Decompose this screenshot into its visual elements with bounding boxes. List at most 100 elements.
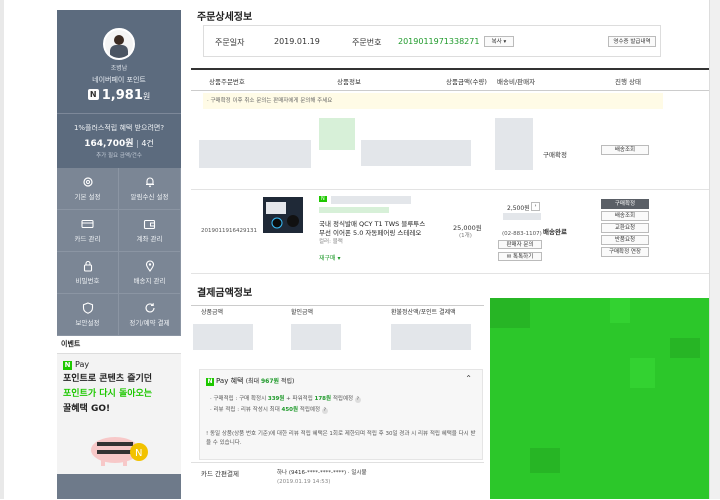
points-label: 네이버페이 포인트 xyxy=(92,76,146,84)
blurred-row-1-seller xyxy=(495,118,533,170)
sidebar: 조병남 네이버페이 포인트 N 1,981원 1%플러스적립 혜택 받으려면? 1… xyxy=(57,10,181,499)
product-thumbnail[interactable] xyxy=(263,197,303,233)
lock-icon xyxy=(83,260,92,272)
svg-text:N: N xyxy=(135,448,142,459)
order-table-header: 상품주문번호 상품정보 상품금액(수량) 배송비/판매자 진행 상태 xyxy=(191,68,710,91)
order-date-label: 주문일자 xyxy=(215,38,245,47)
order-number-value: 2019011971338271 xyxy=(398,37,480,46)
order-section-title: 주문상세정보 xyxy=(197,12,253,23)
plus-sub: 추가 필요 금액/건수 xyxy=(96,153,142,159)
shipping-fee-info-button[interactable]: › xyxy=(531,202,540,211)
benefit-line-review: · 리뷰 적립 : 리뷰 작성시 최대 450원 적립예정 ? xyxy=(210,407,328,414)
naverpay-n-icon: N xyxy=(87,89,99,100)
copy-order-number-button[interactable]: 복사 ▾ xyxy=(484,36,514,47)
help-icon[interactable]: ? xyxy=(321,408,328,414)
receipt-history-button[interactable]: 영수증 발급내역 xyxy=(608,36,656,47)
banner-brand: N Pay xyxy=(63,360,90,370)
settings-grid: 기본 설정 알림수신 설정 카드 관리 계좌 관리 비밀번호 배송지 관리 보안… xyxy=(57,168,181,336)
seller-contact-button[interactable]: 판매자 문의 xyxy=(498,240,542,249)
reorder-button[interactable]: 재구매 ▾ xyxy=(319,253,340,262)
naverpay-logo-icon: N xyxy=(63,361,72,370)
col-order-no: 상품주문번호 xyxy=(209,78,245,86)
collapse-icon[interactable]: ⌃ xyxy=(465,374,472,383)
tile-label: 기본 설정 xyxy=(74,193,101,201)
order-summary: 주문일자 2019.01.19 주문번호 2019011971338271 복사… xyxy=(203,25,661,57)
blurred-seller-info xyxy=(503,213,541,220)
tile-label: 계좌 관리 xyxy=(136,235,163,243)
avatar[interactable] xyxy=(103,28,135,60)
tile-label: 비밀번호 xyxy=(75,277,100,285)
pay-benefit-box: N Pay 혜택 (최대 967원 적립) ⌃ · 구매적립 : 구매 확정시 3… xyxy=(199,369,483,460)
blurred-pay-2 xyxy=(291,324,341,350)
tile-account-management[interactable]: 계좌 관리 xyxy=(119,210,181,252)
blurred-row-1-left xyxy=(199,140,311,168)
card-date: (2019.01.19 14:53) xyxy=(277,479,331,485)
track-delivery-button[interactable]: 배송조회 xyxy=(601,211,649,221)
payment-table xyxy=(191,305,484,358)
blurred-pay-3 xyxy=(391,324,471,350)
tile-address-management[interactable]: 배송지 관리 xyxy=(119,252,181,294)
tile-recurring-payment[interactable]: 정기/예약 결제 xyxy=(119,294,181,336)
window-edge-left xyxy=(0,0,4,499)
exchange-request-button[interactable]: 교환요청 xyxy=(601,223,649,233)
smartstore-badge: N xyxy=(319,196,327,202)
tile-notification-settings[interactable]: 알림수신 설정 xyxy=(119,168,181,210)
tile-security-settings[interactable]: 보안설정 xyxy=(57,294,119,336)
product-qty: (1개) xyxy=(459,233,472,239)
row1-status: 구매확정 xyxy=(543,151,567,159)
shield-icon xyxy=(82,302,93,314)
redacted-area xyxy=(490,298,709,499)
help-icon[interactable]: ? xyxy=(354,397,361,403)
tile-card-management[interactable]: 카드 관리 xyxy=(57,210,119,252)
product-name-line-2[interactable]: 무선 이어폰 5.0 자동페어링 스테레오 xyxy=(319,227,421,237)
card-payment-row: 카드 간편결제 하나 (9416-****-****-****) · 일시불 (… xyxy=(191,462,484,500)
tile-label: 알림수신 설정 xyxy=(130,193,169,201)
card-value: 하나 (9416-****-****-****) · 일시불 xyxy=(277,470,367,476)
location-icon xyxy=(145,260,154,272)
event-title: 이벤트 xyxy=(57,336,181,354)
row1-track-button[interactable]: 배송조회 xyxy=(601,145,649,155)
tile-basic-settings[interactable]: 기본 설정 xyxy=(57,168,119,210)
order-row-2: 2019011916429131 N 국내 정식발매 QCY T1 TWS 블루… xyxy=(191,189,710,274)
banner-line-2: 포인트가 다시 돌아오는 xyxy=(63,389,153,399)
plus-question: 1%플러스적립 혜택 받으려면? xyxy=(73,124,165,132)
shipping-fee: 2,500원 xyxy=(507,205,530,212)
tile-label: 보안설정 xyxy=(75,319,100,327)
chat-icon: ✉ xyxy=(506,254,512,260)
blurred-row-1-info xyxy=(361,140,471,166)
card-icon xyxy=(81,219,94,229)
tile-label: 배송지 관리 xyxy=(133,277,166,285)
plus-accumulation[interactable]: 1%플러스적립 혜택 받으려면? 164,700원 | 4건 추가 필요 금액/… xyxy=(57,113,181,159)
col-price: 상품금액(수량) xyxy=(446,78,487,86)
blurred-seller-link xyxy=(319,207,389,213)
card-label: 카드 간편결제 xyxy=(201,470,239,478)
seller-phone: (02-883-1107) xyxy=(502,231,542,237)
col-product-info: 상품정보 xyxy=(337,78,361,86)
return-request-button[interactable]: 반품요청 xyxy=(601,235,649,245)
scrollbar[interactable] xyxy=(709,0,720,499)
naverpay-n-icon: N xyxy=(206,378,214,386)
banner-line-3: 꿀혜택 GO! xyxy=(63,404,111,414)
piggy-bank-illustration: N xyxy=(91,437,148,466)
plus-count: 4건 xyxy=(141,139,154,148)
blurred-seller-name xyxy=(331,196,411,204)
points-balance[interactable]: N 1,981원 xyxy=(57,88,181,103)
event-banner[interactable]: N Pay 포인트로 콘텐츠 즐기던 포인트가 다시 돌아오는 꿀혜택 GO! N xyxy=(57,354,181,474)
order-number-label: 주문번호 xyxy=(352,38,382,47)
bell-icon xyxy=(145,177,154,188)
main-content: 주문상세정보 주문일자 2019.01.19 주문번호 201901197133… xyxy=(191,0,710,485)
col-shipping: 배송비/판매자 xyxy=(497,78,536,86)
confirm-purchase-button[interactable]: 구매확정 xyxy=(601,199,649,209)
tile-label: 카드 관리 xyxy=(74,235,101,243)
row2-order-no: 2019011916429131 xyxy=(201,228,257,234)
profile-panel: 조병남 네이버페이 포인트 N 1,981원 1%플러스적립 혜택 받으려면? 1… xyxy=(57,10,181,168)
extend-confirm-button[interactable]: 구매확정 연장 xyxy=(601,247,649,257)
points-value: 1,981 xyxy=(101,88,143,103)
points-unit: 원 xyxy=(142,92,151,101)
order-notice: · 구매확정 이후 취소 문의는 판매자에게 문의해 주세요 xyxy=(203,93,663,109)
product-option: 컬러: 블랙 xyxy=(319,239,343,245)
talk-talk-button[interactable]: ✉ 톡톡하기 xyxy=(498,252,542,261)
benefit-header: N Pay 혜택 (최대 967원 적립) xyxy=(206,377,295,386)
benefit-line-purchase: · 구매적립 : 구매 확정시 339원 + 파워적립 178원 적립예정 ? xyxy=(210,396,361,403)
tile-password[interactable]: 비밀번호 xyxy=(57,252,119,294)
